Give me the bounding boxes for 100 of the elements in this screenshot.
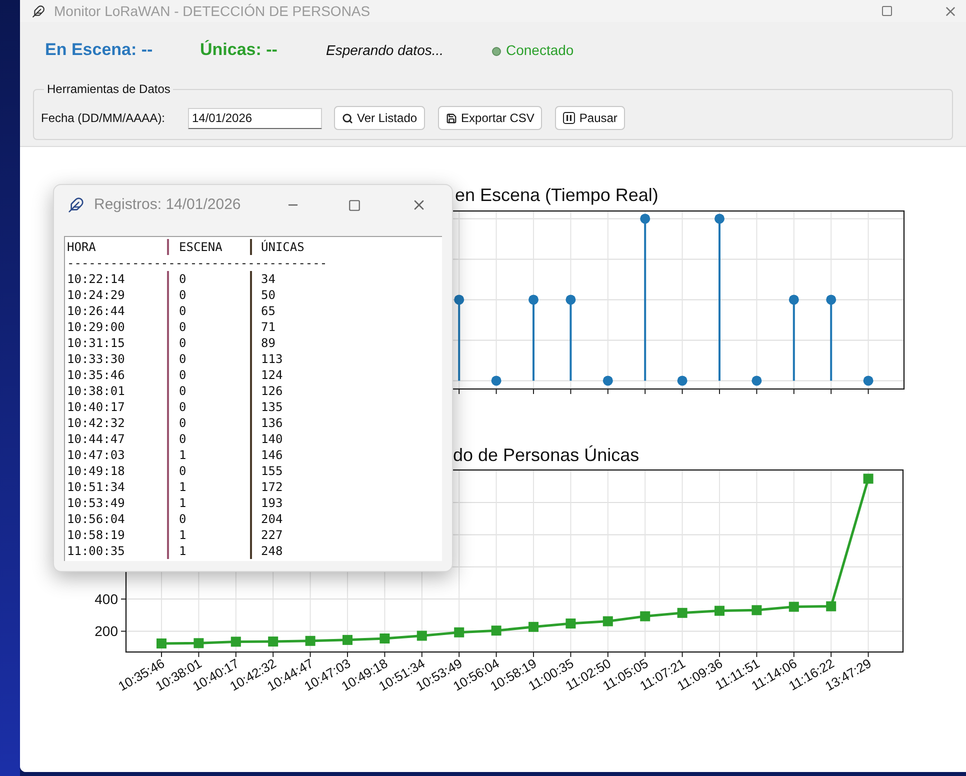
stem-mark (863, 376, 874, 386)
table-cell: 50 (261, 288, 276, 302)
table-cell: 1 (179, 496, 186, 510)
table-cell: 10:53:49 (67, 496, 125, 510)
data-point (677, 608, 688, 618)
chart-title: do de Personas Únicas (453, 445, 640, 465)
data-point (566, 618, 576, 629)
toolbar-button[interactable]: Pausar (555, 106, 626, 130)
column-header: ÚNICAS (261, 240, 304, 254)
table-cell: 10:24:29 (67, 288, 125, 302)
table-cell: 113 (261, 352, 283, 366)
date-label: Fecha (DD/MM/AAAA): (41, 110, 166, 127)
toolbar-button[interactable]: Ver Listado (334, 106, 426, 130)
table-cell: 204 (261, 512, 283, 526)
table-cell: 10:22:14 (67, 272, 125, 286)
table-cell: 10:40:17 (67, 400, 125, 414)
data-point (863, 474, 874, 484)
column-header: ESCENA (179, 240, 222, 254)
table-cell: 0 (179, 320, 186, 334)
data-point (491, 626, 502, 636)
connection-status: Conectado (506, 40, 574, 60)
data-point (156, 638, 166, 648)
table-cell: 10:29:00 (67, 320, 125, 334)
dash-line: ------------------------------------ (67, 256, 328, 270)
window-title: Monitor LoRaWAN - DETECCIÓN DE PERSONAS (54, 4, 370, 18)
axis-tick-label: 400 (94, 591, 118, 608)
search-icon (342, 112, 353, 124)
table-cell: 10:44:47 (67, 432, 125, 446)
maximize-icon[interactable] (881, 5, 893, 17)
table-cell: 146 (261, 448, 283, 462)
data-point (380, 633, 390, 644)
table-cell: 140 (261, 432, 283, 446)
save-icon (446, 112, 458, 124)
table-cell: 0 (179, 400, 186, 414)
table-cell: 10:47:03 (67, 448, 125, 462)
table-cell: 10:51:34 (67, 480, 125, 494)
table-cell: 65 (261, 304, 276, 318)
table-cell: 136 (261, 416, 283, 430)
column-header: HORA (67, 240, 96, 254)
table-cell: 89 (261, 336, 276, 350)
data-point (194, 638, 204, 648)
table-cell: 135 (261, 400, 283, 414)
table-cell: 10:42:32 (67, 416, 125, 430)
data-point (602, 616, 613, 626)
table-cell: 248 (261, 544, 283, 558)
table-cell: 0 (179, 368, 186, 382)
stem-mark (491, 376, 502, 386)
maximize-icon[interactable] (348, 198, 361, 212)
table-cell: 0 (179, 384, 186, 398)
table-cell: 0 (179, 352, 186, 366)
stem-mark (677, 376, 688, 386)
table-cell: 10:33:30 (67, 352, 125, 366)
status-message: Esperando datos... (326, 40, 445, 60)
feather-icon (32, 4, 45, 18)
data-point (714, 606, 724, 616)
table-cell: 10:58:19 (67, 528, 125, 542)
chart-title: en Escena (Tiempo Real) (455, 185, 658, 205)
data-point (752, 605, 762, 616)
table-cell: 155 (261, 464, 283, 478)
table-cell: 11:00:35 (67, 544, 125, 558)
toolbar-button[interactable]: Exportar CSV (438, 106, 542, 130)
table-cell: 1 (179, 480, 186, 494)
data-point (826, 601, 836, 612)
table-cell: 10:56:04 (67, 512, 125, 526)
table-cell: 227 (261, 528, 283, 542)
window-title: Registros: 14/01/2026 (94, 194, 241, 215)
data-point (454, 627, 464, 638)
axis-tick-label: 200 (94, 623, 118, 640)
table-cell: 10:31:15 (67, 336, 125, 350)
table-cell: 172 (261, 480, 283, 494)
data-point (640, 611, 650, 622)
data-point (788, 602, 799, 612)
table-cell: 126 (261, 384, 283, 398)
table-cell: 1 (179, 544, 186, 558)
table-cell: 10:49:18 (67, 464, 125, 478)
table-cell: 0 (179, 416, 186, 430)
table-cell: 1 (179, 448, 186, 462)
stem-mark (602, 376, 613, 386)
table-cell: 193 (261, 496, 283, 510)
table-cell: 71 (261, 320, 276, 334)
table-cell: 0 (179, 432, 186, 446)
stem-mark (752, 376, 762, 386)
data-point (342, 634, 352, 645)
data-point (416, 630, 427, 641)
table-cell: 10:38:01 (67, 384, 125, 398)
scene-count: En Escena: -- (45, 39, 154, 62)
table-cell: 0 (179, 336, 186, 350)
group-title: Herramientas de Datos (46, 81, 172, 98)
data-point (230, 636, 241, 647)
data-point (528, 622, 538, 632)
table-cell: 10:35:46 (67, 368, 125, 382)
table-cell: 1 (179, 528, 186, 542)
table-cell: 0 (179, 272, 186, 286)
table-cell: 124 (261, 368, 283, 382)
table-cell: 34 (261, 272, 276, 286)
data-point (268, 636, 278, 647)
table-cell: 10:26:44 (67, 304, 125, 318)
data-point (305, 636, 316, 646)
date-field[interactable]: 14/01/2026 (188, 108, 322, 128)
table-cell: 0 (179, 304, 186, 318)
